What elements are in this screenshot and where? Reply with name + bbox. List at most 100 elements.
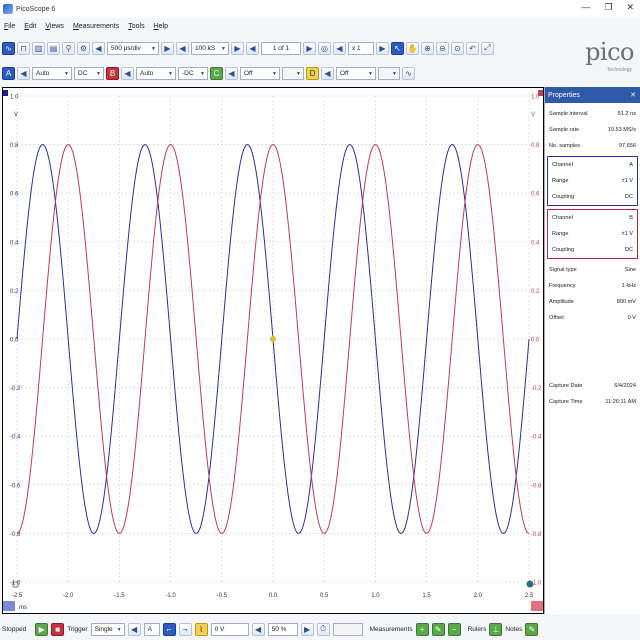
spectrum-mode-icon[interactable]: ▥ xyxy=(32,41,45,55)
property-row: Sample interval 51.2 ns xyxy=(545,106,640,122)
property-value: 11:26:11 AM xyxy=(605,399,636,405)
buffer-next-icon[interactable]: ▶ xyxy=(303,41,316,55)
scope-view[interactable]: 1.0 0.8 0.6 0.4 0.2 0.0 -0.2 -0.4 -0.6 -0.8 -1.0 1.… xyxy=(2,87,544,614)
buffer-overview-icon[interactable]: ◎ xyxy=(318,41,331,55)
pre-trigger-up-icon[interactable]: ▶ xyxy=(300,622,314,636)
threshold-value: 0 V xyxy=(214,625,225,633)
delete-measurement-icon[interactable]: − xyxy=(447,622,461,636)
add-measurement-icon[interactable]: + xyxy=(415,622,429,636)
threshold-input[interactable]: 0 V xyxy=(210,622,249,636)
pre-trigger-value: 50 % xyxy=(271,625,287,633)
capture-state: Stopped xyxy=(2,625,27,633)
channel-c-range-select[interactable]: Off ▼ xyxy=(240,66,280,80)
notes-icon[interactable]: ✎ xyxy=(525,622,539,636)
property-value: Sine xyxy=(624,267,636,273)
y-tick-label-left: 1.0 xyxy=(10,95,19,101)
general-properties: Sample interval 51.2 ns Sample rate 19.53 … xyxy=(545,106,640,154)
menu-edit[interactable]: Edit xyxy=(24,23,36,30)
close-icon[interactable]: ✕ xyxy=(630,91,636,99)
pre-trigger-icon[interactable]: ◀ xyxy=(251,622,265,636)
scope-mode-icon[interactable]: ∿ xyxy=(2,41,15,55)
post-trigger-icon[interactable]: ⏱ xyxy=(316,622,330,636)
zoom-select[interactable]: x 1 xyxy=(348,41,374,55)
property-value: 0 V xyxy=(627,315,636,321)
properties-title: Properties xyxy=(548,91,580,99)
stop-capture-icon[interactable]: ■ xyxy=(51,622,65,636)
y-tick-label-right: -0.6 xyxy=(531,483,542,489)
edit-measurement-icon[interactable]: ✎ xyxy=(431,622,445,636)
x-unit-label: ms xyxy=(19,605,27,611)
property-value: 6/4/2024 xyxy=(614,383,636,389)
minimize-button[interactable]: — xyxy=(581,2,590,13)
timebase-down-icon[interactable]: ◀ xyxy=(92,41,105,55)
y-tick-label-left: -0.4 xyxy=(10,435,21,441)
menu-help[interactable]: Help xyxy=(154,23,168,30)
zoom-up-icon[interactable]: ▶ xyxy=(376,41,389,55)
maximize-button[interactable]: ❐ xyxy=(604,2,612,13)
zoom-down-icon[interactable]: ◀ xyxy=(333,41,346,55)
threshold-icon[interactable]: ⌇ xyxy=(194,622,208,636)
capture-properties: Capture Date 6/4/2024 Capture Time 11:26:1… xyxy=(545,378,640,410)
falling-edge-icon[interactable]: ¬ xyxy=(178,622,192,636)
math-channels-icon[interactable]: ∿ xyxy=(402,66,415,80)
scope-plot[interactable]: 1.0 0.8 0.6 0.4 0.2 0.0 -0.2 -0.4 -0.6 -0.8 -1.0 1.… xyxy=(3,88,543,613)
channel-c-settings-icon[interactable]: ◀ xyxy=(225,66,238,80)
zoom-in-icon[interactable]: ⊕ xyxy=(421,41,434,55)
start-capture-icon[interactable]: ▶ xyxy=(35,622,49,636)
menu-file[interactable]: File xyxy=(4,23,15,30)
channel-options-icon[interactable]: ⚙ xyxy=(77,41,90,55)
hand-tool-icon[interactable]: ✋ xyxy=(406,41,419,55)
undo-zoom-icon[interactable]: ↶ xyxy=(466,41,479,55)
samples-down-icon[interactable]: ◀ xyxy=(176,41,189,55)
channel-b-button[interactable]: B xyxy=(106,66,119,80)
persistence-mode-icon[interactable]: ⊓ xyxy=(17,41,30,55)
channel-a-range-select[interactable]: Auto ▼ xyxy=(32,66,72,80)
trigger-settings-icon[interactable]: ◀ xyxy=(127,622,141,636)
buffer-navigator[interactable]: 1 of 1 xyxy=(261,41,301,55)
menu-measurements[interactable]: Measurements xyxy=(73,23,119,30)
channel-d-settings-icon[interactable]: ◀ xyxy=(321,66,334,80)
timebase-up-icon[interactable]: ▶ xyxy=(161,41,174,55)
zoom-out-icon[interactable]: ⊖ xyxy=(436,41,449,55)
channel-a-coupling-select[interactable]: DC ▼ xyxy=(74,66,104,80)
menu-views[interactable]: Views xyxy=(45,23,64,30)
property-row: Capture Time 11:26:11 AM xyxy=(545,394,640,410)
channel-a-button[interactable]: A xyxy=(2,66,15,80)
zoom-region-icon[interactable]: ⊙ xyxy=(451,41,464,55)
menu-tools[interactable]: Tools xyxy=(128,23,144,30)
property-key: Sample interval xyxy=(549,111,588,117)
rising-edge-icon[interactable]: ⌐ xyxy=(162,622,176,636)
buffer-prev-icon[interactable]: ◀ xyxy=(246,41,259,55)
notes-label[interactable]: Notes xyxy=(505,626,522,633)
channel-b-axis-handle xyxy=(538,90,543,96)
rulers-label[interactable]: Rulers xyxy=(468,626,487,633)
serial-mode-icon[interactable]: ▤ xyxy=(47,41,60,55)
samples-select[interactable]: 100 kS ▼ xyxy=(191,41,229,55)
channel-b-properties: Channel B Range ±1 V Coupling DC xyxy=(547,209,638,259)
measurements-label[interactable]: Measurements xyxy=(370,626,413,633)
select-tool-icon[interactable]: ↖ xyxy=(391,41,404,55)
property-row: Coupling DC xyxy=(548,189,637,205)
probe-icon[interactable]: ⚲ xyxy=(62,41,75,55)
channel-c-button[interactable]: C xyxy=(210,66,223,80)
overview-marker xyxy=(526,580,534,588)
trigger-source-select[interactable]: A xyxy=(143,622,160,636)
buffer-value: 1 of 1 xyxy=(272,44,290,52)
pre-trigger-input[interactable]: 50 % xyxy=(267,622,298,636)
channel-b-coupling-select[interactable]: -DC ▼ xyxy=(178,66,208,80)
channel-b-range-select[interactable]: Auto ▼ xyxy=(136,66,176,80)
channel-b-settings-icon[interactable]: ◀ xyxy=(121,66,134,80)
channel-d-button[interactable]: D xyxy=(306,66,319,80)
samples-up-icon[interactable]: ▶ xyxy=(231,41,244,55)
trigger-mode-select[interactable]: Single ▼ xyxy=(90,622,125,636)
property-value: 97,656 xyxy=(618,143,636,149)
chevron-down-icon: ▼ xyxy=(96,70,101,77)
timebase-select[interactable]: 500 µs/div ▼ xyxy=(107,41,159,55)
property-row: Capture Date 6/4/2024 xyxy=(545,378,640,394)
zoom-fit-icon[interactable]: ⤢ xyxy=(481,41,494,55)
trigger-label: Trigger xyxy=(67,625,88,633)
close-button[interactable]: ✕ xyxy=(626,2,634,13)
channel-d-range-select[interactable]: Off ▼ xyxy=(336,66,376,80)
channel-a-settings-icon[interactable]: ◀ xyxy=(17,66,30,80)
rulers-icon[interactable]: ⊥ xyxy=(489,622,503,636)
